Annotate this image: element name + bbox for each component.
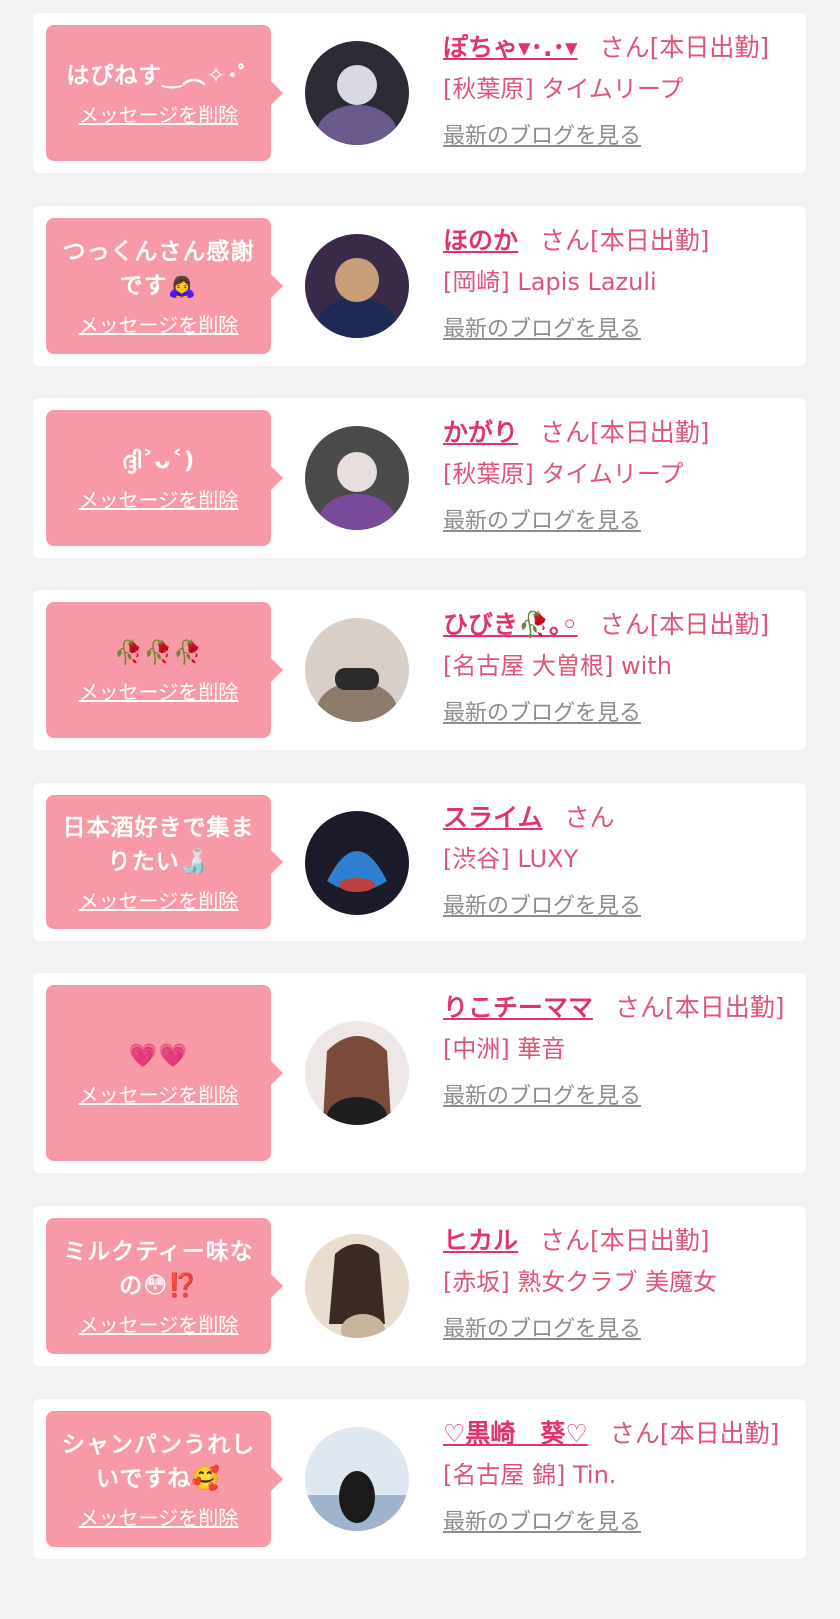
- delete-message-link[interactable]: メッセージを削除: [79, 676, 239, 705]
- delete-message-link[interactable]: メッセージを削除: [79, 309, 239, 338]
- message-text: 💗💗: [128, 1042, 189, 1069]
- shop-label: [名古屋 錦] Tin.: [443, 1461, 617, 1489]
- cast-status: さん: [564, 803, 615, 832]
- shop-label: [岡崎] Lapis Lazuli: [443, 268, 657, 296]
- blog-link[interactable]: 最新のブログを見る: [443, 117, 641, 157]
- message-text: 日本酒好きで集まりたい🍶: [62, 814, 255, 875]
- avatar-image: [305, 426, 409, 530]
- avatar[interactable]: [305, 1234, 409, 1338]
- avatar-image: [305, 1021, 409, 1125]
- avatar-image: [305, 811, 409, 915]
- cast-name-link[interactable]: かがり: [443, 418, 518, 447]
- cast-status: さん[本日出勤]: [540, 226, 710, 255]
- message-card: ミルクティー味なの😳⁉️ メッセージを削除 ヒカル さん[本日出勤] [赤坂] 熟…: [33, 1206, 806, 1366]
- shop-label: [中洲] 華音: [443, 1035, 566, 1063]
- cast-status: さん[本日出勤]: [540, 1226, 710, 1255]
- cast-status: さん[本日出勤]: [540, 418, 710, 447]
- cast-info: ♡黒崎 葵♡ さん[本日出勤] [名古屋 錦] Tin. 最新のブログを見る: [443, 1413, 794, 1543]
- avatar[interactable]: [305, 811, 409, 915]
- cast-status: さん[本日出勤]: [615, 993, 785, 1022]
- message-card: 🥀🥀🥀 メッセージを削除 ひびき🥀｡◦ さん[本日出勤] [名古屋 大曽根] wi…: [33, 590, 806, 750]
- blog-link[interactable]: 最新のブログを見る: [443, 1503, 641, 1543]
- cast-info: ひびき🥀｡◦ さん[本日出勤] [名古屋 大曽根] with 最新のブログを見る: [443, 604, 794, 734]
- avatar-image: [305, 41, 409, 145]
- cast-name-link[interactable]: スライム: [443, 803, 543, 832]
- message-bubble: シャンパンうれしいですね🥰 メッセージを削除: [46, 1411, 283, 1547]
- blog-link[interactable]: 最新のブログを見る: [443, 310, 641, 350]
- avatar-image: [305, 1234, 409, 1338]
- message-card: ദ്ദി˃ᴗ˂) メッセージを削除 かがり さん[本日出勤] [秋葉原] タイムリ…: [33, 398, 806, 558]
- cast-name-link[interactable]: ぽちゃ▾･.･▾: [443, 33, 578, 62]
- cast-name-link[interactable]: ひびき🥀｡◦: [443, 610, 578, 639]
- cast-status: さん[本日出勤]: [609, 1419, 780, 1448]
- message-text: はぴねす‿︵✧･ﾟ: [66, 62, 251, 89]
- message-bubble: 日本酒好きで集まりたい🍶 メッセージを削除: [46, 795, 283, 929]
- message-card: つっくんさん感謝です🙇‍♀️ メッセージを削除 ほのか さん[本日出勤] [岡崎]…: [33, 206, 806, 366]
- delete-message-link[interactable]: メッセージを削除: [79, 1309, 239, 1338]
- shop-label: [渋谷] LUXY: [443, 845, 579, 873]
- avatar-image: [305, 1427, 409, 1531]
- blog-link[interactable]: 最新のブログを見る: [443, 1077, 641, 1117]
- delete-message-link[interactable]: メッセージを削除: [79, 99, 239, 128]
- avatar[interactable]: [305, 1427, 409, 1531]
- cast-name-link[interactable]: ♡黒崎 葵♡: [443, 1419, 588, 1448]
- cast-name-link[interactable]: ヒカル: [443, 1226, 518, 1255]
- delete-message-link[interactable]: メッセージを削除: [79, 484, 239, 513]
- message-text: ミルクティー味なの😳⁉️: [63, 1238, 254, 1299]
- cast-name-link[interactable]: りこチーママ: [443, 993, 593, 1022]
- delete-message-link[interactable]: メッセージを削除: [79, 1502, 239, 1531]
- message-card: 💗💗 メッセージを削除 りこチーママ さん[本日出勤] [中洲] 華音 最新のブロ…: [33, 973, 806, 1173]
- avatar-image: [305, 234, 409, 338]
- message-bubble: はぴねす‿︵✧･ﾟ メッセージを削除: [46, 25, 283, 161]
- blog-link[interactable]: 最新のブログを見る: [443, 1310, 641, 1350]
- message-text: 🥀🥀🥀: [114, 639, 203, 666]
- message-text: シャンパンうれしいですね🥰: [61, 1431, 256, 1492]
- message-card: 日本酒好きで集まりたい🍶 メッセージを削除 スライム さん [渋谷] LUXY 最…: [33, 783, 806, 941]
- blog-link[interactable]: 最新のブログを見る: [443, 887, 641, 927]
- shop-label: [名古屋 大曽根] with: [443, 652, 672, 680]
- message-text: ദ്ദി˃ᴗ˂): [121, 447, 196, 474]
- avatar-image: [305, 618, 409, 722]
- message-bubble: ദ്ദി˃ᴗ˂) メッセージを削除: [46, 410, 283, 546]
- message-card: シャンパンうれしいですね🥰 メッセージを削除 ♡黒崎 葵♡ さん[本日出勤] [名…: [33, 1399, 806, 1559]
- cast-info: ヒカル さん[本日出勤] [赤坂] 熟女クラブ 美魔女 最新のブログを見る: [443, 1220, 794, 1350]
- cast-status: さん[本日出勤]: [599, 33, 770, 62]
- message-card: はぴねす‿︵✧･ﾟ メッセージを削除 ぽちゃ▾･.･▾ さん[本日出勤] [秋葉原…: [33, 13, 806, 173]
- avatar[interactable]: [305, 1021, 409, 1125]
- cast-name-link[interactable]: ほのか: [443, 226, 518, 255]
- avatar[interactable]: [305, 618, 409, 722]
- delete-message-link[interactable]: メッセージを削除: [79, 1079, 239, 1108]
- message-bubble: ミルクティー味なの😳⁉️ メッセージを削除: [46, 1218, 283, 1354]
- cast-info: ぽちゃ▾･.･▾ さん[本日出勤] [秋葉原] タイムリープ 最新のブログを見る: [443, 27, 794, 157]
- avatar[interactable]: [305, 426, 409, 530]
- message-bubble: つっくんさん感謝です🙇‍♀️ メッセージを削除: [46, 218, 283, 354]
- shop-label: [秋葉原] タイムリープ: [443, 460, 684, 488]
- cast-info: スライム さん [渋谷] LUXY 最新のブログを見る: [443, 797, 794, 927]
- cast-status: さん[本日出勤]: [599, 610, 770, 639]
- avatar[interactable]: [305, 41, 409, 145]
- avatar[interactable]: [305, 234, 409, 338]
- cast-info: りこチーママ さん[本日出勤] [中洲] 華音 最新のブログを見る: [443, 987, 794, 1117]
- shop-label: [秋葉原] タイムリープ: [443, 75, 684, 103]
- cast-info: かがり さん[本日出勤] [秋葉原] タイムリープ 最新のブログを見る: [443, 412, 794, 542]
- message-bubble: 🥀🥀🥀 メッセージを削除: [46, 602, 283, 738]
- blog-link[interactable]: 最新のブログを見る: [443, 502, 641, 542]
- cast-info: ほのか さん[本日出勤] [岡崎] Lapis Lazuli 最新のブログを見る: [443, 220, 794, 350]
- blog-link[interactable]: 最新のブログを見る: [443, 694, 641, 734]
- message-bubble: 💗💗 メッセージを削除: [46, 985, 283, 1161]
- delete-message-link[interactable]: メッセージを削除: [79, 885, 239, 914]
- shop-label: [赤坂] 熟女クラブ 美魔女: [443, 1268, 717, 1296]
- message-text: つっくんさん感謝です🙇‍♀️: [62, 238, 255, 299]
